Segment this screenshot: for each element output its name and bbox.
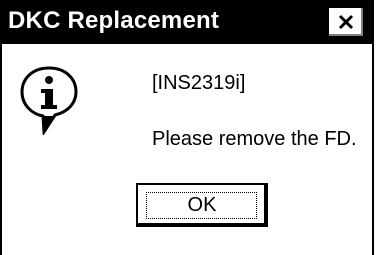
window-title: DKC Replacement: [8, 7, 220, 34]
title-bar[interactable]: DKC Replacement: [2, 0, 372, 44]
close-button[interactable]: [327, 6, 365, 38]
message-text: Please remove the FD.: [152, 128, 357, 150]
close-icon: [338, 14, 354, 30]
message-code: [INS2319i]: [152, 72, 246, 94]
info-balloon-icon: [19, 65, 79, 137]
ok-button[interactable]: OK: [136, 183, 268, 227]
message-dialog: DKC Replacement [INS2319i] Please remove…: [0, 0, 374, 255]
ok-button-label: OK: [187, 194, 217, 216]
